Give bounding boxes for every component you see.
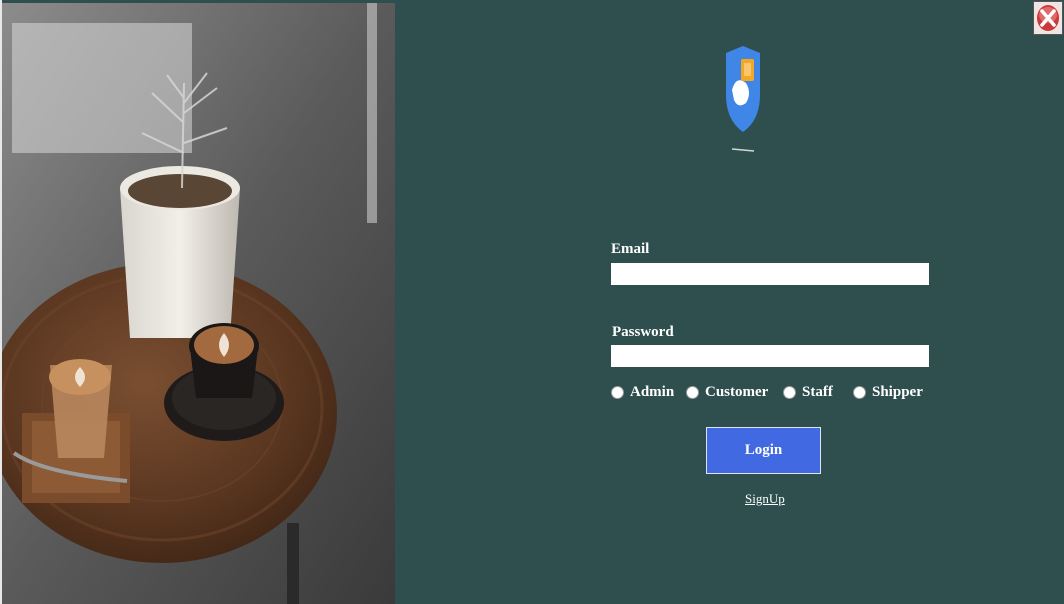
login-button[interactable]: Login bbox=[706, 427, 821, 474]
role-label: Shipper bbox=[872, 384, 923, 400]
email-input[interactable] bbox=[611, 263, 929, 285]
coffee-table-photo bbox=[2, 3, 395, 604]
role-option-customer[interactable]: Customer bbox=[686, 384, 768, 401]
coffee-table-illustration bbox=[2, 3, 395, 604]
radio-button[interactable] bbox=[853, 386, 866, 399]
radio-button[interactable] bbox=[611, 386, 624, 399]
close-button[interactable] bbox=[1033, 1, 1063, 35]
role-option-staff[interactable]: Staff bbox=[783, 384, 833, 401]
role-option-shipper[interactable]: Shipper bbox=[853, 384, 923, 401]
role-label: Staff bbox=[802, 384, 833, 400]
radio-button[interactable] bbox=[783, 386, 796, 399]
shield-logo-icon bbox=[726, 46, 760, 152]
role-option-admin[interactable]: Admin bbox=[611, 384, 674, 401]
role-label: Admin bbox=[630, 384, 675, 400]
close-icon bbox=[1037, 5, 1059, 31]
email-label: Email bbox=[611, 241, 650, 257]
password-input[interactable] bbox=[611, 345, 929, 367]
app-logo bbox=[722, 45, 764, 155]
signup-link[interactable]: SignUp bbox=[745, 491, 785, 507]
radio-button[interactable] bbox=[686, 386, 699, 399]
role-label: Customer bbox=[705, 384, 769, 400]
password-label: Password bbox=[612, 324, 674, 340]
role-radio-group: Admin Customer Staff Shipper bbox=[611, 384, 941, 404]
